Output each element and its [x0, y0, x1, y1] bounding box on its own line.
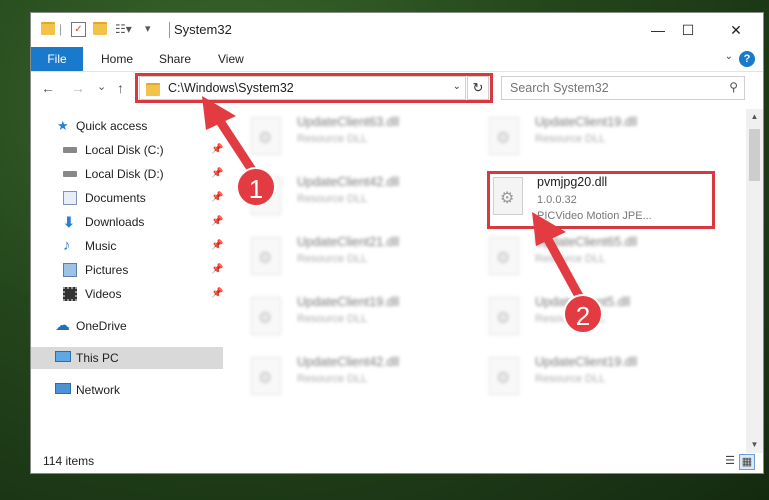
callout-step-2: 2: [563, 294, 603, 334]
annotation-arrows: [202, 96, 585, 303]
arrow-step-2: [540, 229, 585, 303]
callout-step-1: 1: [236, 167, 276, 207]
